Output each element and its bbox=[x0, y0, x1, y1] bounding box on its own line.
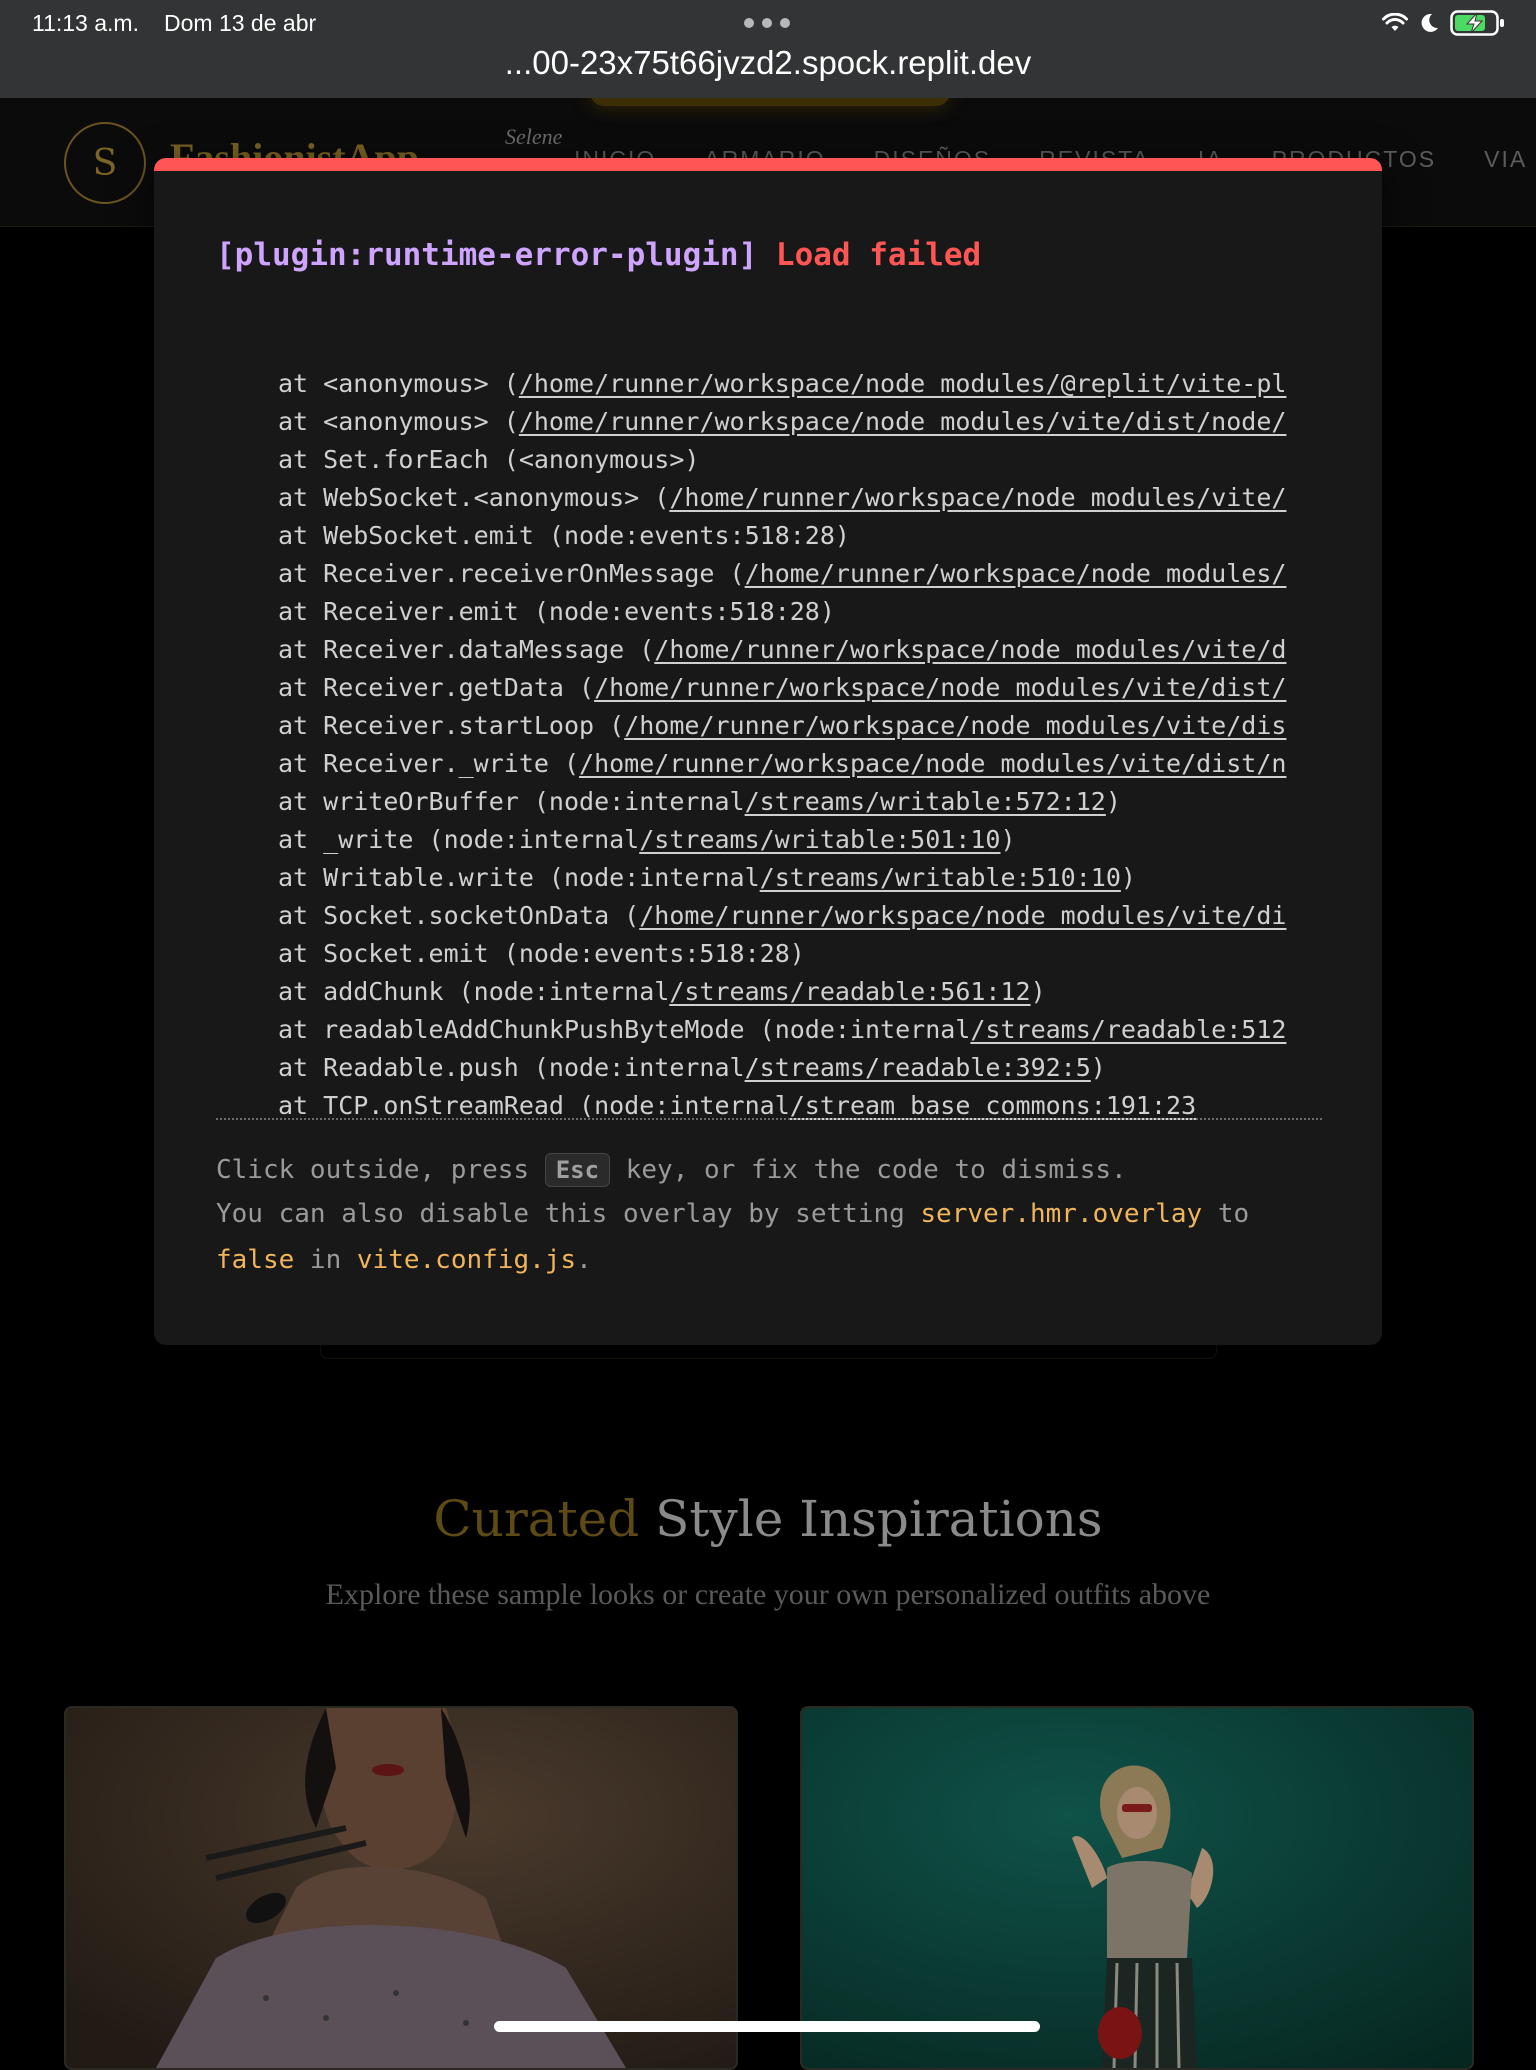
stack-frame-link[interactable]: /home/runner/workspace/node_modules/vite… bbox=[654, 635, 1286, 664]
section-title-main: Style Inspirations bbox=[655, 1490, 1103, 1548]
stack-frame: at <anonymous> (/home/runner/workspace/n… bbox=[278, 407, 1287, 436]
logo-badge[interactable]: S bbox=[64, 122, 146, 204]
battery-charging-icon bbox=[1450, 10, 1504, 36]
stack-frame: at WebSocket.emit (node:events:518:28) bbox=[278, 521, 850, 550]
stack-frame-link[interactable]: /streams/writable:501:10 bbox=[639, 825, 1000, 854]
stack-frame: at Receiver.emit (node:events:518:28) bbox=[278, 597, 835, 626]
fashion-photo-woman-teal-wall bbox=[802, 1708, 1472, 2068]
stack-frame-link[interactable]: /home/runner/workspace/node_modules/@rep… bbox=[519, 369, 1287, 398]
disable-overlay-tip: You can also disable this overlay by set… bbox=[216, 1199, 1250, 1229]
esc-key-badge: Esc bbox=[544, 1153, 611, 1187]
stack-frame-link[interactable]: /streams/writable:510:10 bbox=[760, 863, 1121, 892]
section-subtitle: Explore these sample looks or create you… bbox=[325, 1578, 1211, 1611]
error-overlay[interactable]: [plugin:runtime-error-plugin] Load faile… bbox=[154, 158, 1382, 1345]
section-title: Curated Style Inspirations bbox=[0, 1490, 1536, 1548]
stack-frame-link[interactable]: /home/runner/workspace/node_modules/vite… bbox=[639, 901, 1286, 930]
stack-frame: at writeOrBuffer (node:internal/streams/… bbox=[278, 787, 1121, 816]
config-key-code: server.hmr.overlay bbox=[920, 1199, 1203, 1229]
status-date: Dom 13 de abr bbox=[164, 10, 317, 36]
stack-frame-link[interactable]: /streams/readable:561:12 bbox=[669, 977, 1030, 1006]
stack-frame: at Readable.push (node:internal/streams/… bbox=[278, 1053, 1106, 1082]
config-file-code: vite.config.js bbox=[356, 1245, 577, 1275]
overlay-divider bbox=[216, 1118, 1322, 1120]
home-indicator[interactable] bbox=[494, 2021, 1040, 2032]
moon-icon bbox=[1421, 13, 1438, 32]
stack-frame: at Set.forEach (<anonymous>) bbox=[278, 445, 700, 474]
stack-frame-link[interactable]: /stream_base_commons:191:23 bbox=[790, 1091, 1196, 1120]
inspiration-photo-1[interactable] bbox=[64, 1706, 738, 2070]
error-header: [plugin:runtime-error-plugin] Load faile… bbox=[216, 237, 981, 273]
stack-frame: at Receiver.getData (/home/runner/worksp… bbox=[278, 673, 1287, 702]
false-value-code: false bbox=[216, 1245, 295, 1275]
multitasking-dots-icon[interactable] bbox=[744, 18, 790, 30]
address-bar-url[interactable]: ...00-23x75t66jvzd2.spock.replit.dev bbox=[0, 44, 1536, 82]
stack-trace: at <anonymous> (/home/runner/workspace/n… bbox=[278, 369, 1322, 1129]
stack-frame-link[interactable]: /home/runner/workspace/node_modules/vite… bbox=[579, 749, 1286, 778]
stack-frame: at addChunk (node:internal/streams/reada… bbox=[278, 977, 1046, 1006]
stack-frame: at Socket.emit (node:events:518:28) bbox=[278, 939, 805, 968]
error-plugin-name: [plugin:runtime-error-plugin] bbox=[216, 237, 758, 273]
stack-frame-link[interactable]: /home/runner/workspace/node_modules/ bbox=[745, 559, 1287, 588]
stack-frame: at WebSocket.<anonymous> (/home/runner/w… bbox=[278, 483, 1287, 512]
stack-frame-link[interactable]: /streams/readable:392:5 bbox=[745, 1053, 1091, 1082]
dismiss-tip: Click outside, press Esc key, or fix the… bbox=[216, 1153, 1127, 1187]
stack-frame: at Receiver.receiverOnMessage (/home/run… bbox=[278, 559, 1287, 588]
logo-subtitle: Selene bbox=[505, 124, 563, 149]
stack-frame: at <anonymous> (/home/runner/workspace/n… bbox=[278, 369, 1287, 398]
stack-frame: at TCP.onStreamRead (node:internal/strea… bbox=[278, 1091, 1197, 1120]
stack-frame: at Receiver.startLoop (/home/runner/work… bbox=[278, 711, 1287, 740]
inspiration-photo-2[interactable] bbox=[800, 1706, 1474, 2070]
wifi-icon bbox=[1382, 13, 1408, 31]
status-icons bbox=[1382, 10, 1506, 36]
stack-frame-link[interactable]: /streams/writable:572:12 bbox=[745, 787, 1106, 816]
stack-frame-link[interactable]: /streams/readable:512 bbox=[970, 1015, 1286, 1044]
stack-frame: at readableAddChunkPushByteMode (node:in… bbox=[278, 1015, 1287, 1044]
stack-frame-link[interactable]: /home/runner/workspace/node_modules/vite… bbox=[594, 673, 1286, 702]
browser-status-bar: 11:13 a.m. Dom 13 de abr ...00-23x75t66j… bbox=[0, 0, 1536, 98]
stack-frame: at Receiver.dataMessage (/home/runner/wo… bbox=[278, 635, 1287, 664]
stack-frame: at Writable.write (node:internal/streams… bbox=[278, 863, 1136, 892]
stack-frame-link[interactable]: /home/runner/workspace/node_modules/vite… bbox=[624, 711, 1286, 740]
stack-frame: at _write (node:internal/streams/writabl… bbox=[278, 825, 1016, 854]
disable-overlay-tip-cont: false in vite.config.js. bbox=[216, 1245, 592, 1275]
fashion-photo-woman-sunglasses bbox=[66, 1708, 736, 2068]
stack-frame: at Socket.socketOnData (/home/runner/wor… bbox=[278, 901, 1287, 930]
section-title-accent: Curated bbox=[433, 1490, 640, 1548]
nav-item-via[interactable]: VIA bbox=[1484, 146, 1527, 173]
stack-frame-link[interactable]: /home/runner/workspace/node_modules/vite… bbox=[519, 407, 1287, 436]
error-message: Load failed bbox=[775, 237, 982, 273]
stack-frame-link[interactable]: /home/runner/workspace/node_modules/vite… bbox=[669, 483, 1286, 512]
status-time: 11:13 a.m. bbox=[32, 10, 139, 36]
stack-frame: at Receiver._write (/home/runner/workspa… bbox=[278, 749, 1287, 778]
